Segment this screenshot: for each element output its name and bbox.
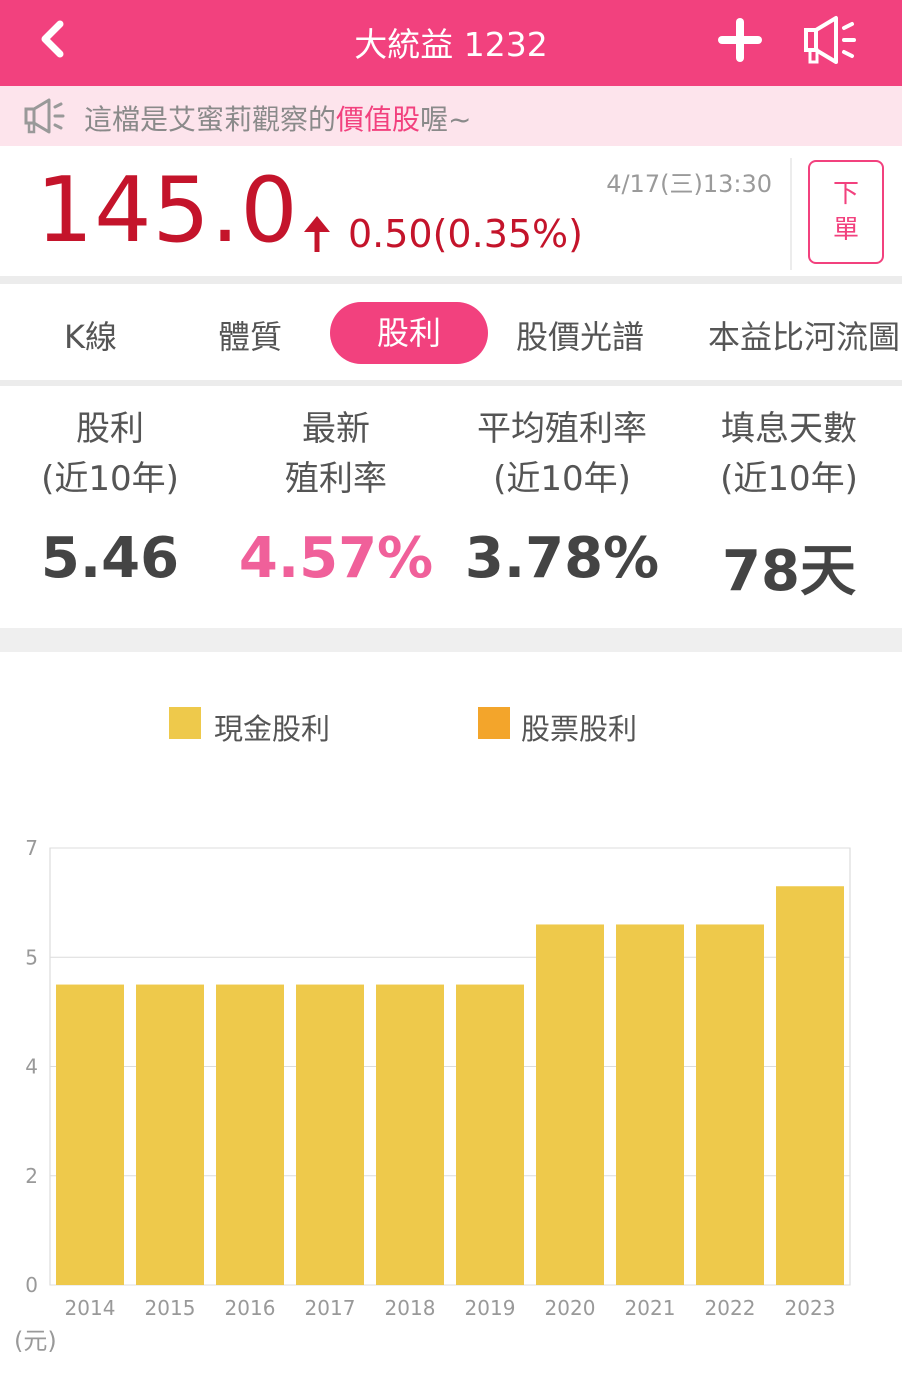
x-tick-label: 2017	[305, 1296, 356, 1320]
divider	[0, 276, 902, 284]
bar-cash-dividend	[616, 924, 684, 1285]
megaphone-icon[interactable]	[800, 12, 860, 68]
value-stock-link[interactable]: 價值股	[336, 103, 420, 136]
divider	[0, 380, 902, 386]
y-tick-label: 4	[25, 1055, 38, 1079]
notice-text: 這檔是艾蜜莉觀察的價值股喔~	[84, 103, 472, 136]
bar-cash-dividend	[216, 984, 284, 1285]
tab-price-spectrum[interactable]: 股價光譜	[516, 312, 644, 358]
quote-time: 4/17(三)13:30	[606, 170, 772, 198]
x-tick-label: 2018	[385, 1296, 436, 1320]
stat-value: 5.46	[40, 526, 180, 591]
x-tick-label: 2019	[465, 1296, 516, 1320]
order-label-1: 下	[832, 179, 859, 209]
stat-fill-days: 填息天數 (近10年) 78天	[676, 404, 902, 607]
price-change: 0.50(0.35%)	[348, 212, 583, 256]
tab-kline[interactable]: K線	[64, 312, 117, 358]
stat-value: 3.78%	[464, 526, 660, 591]
order-button[interactable]: 下 單	[808, 160, 884, 264]
x-tick-label: 2023	[785, 1296, 836, 1320]
page-title: 大統益 1232	[354, 25, 548, 64]
bar-cash-dividend	[56, 984, 124, 1285]
bar-cash-dividend	[776, 886, 844, 1285]
legend-label-stock: 股票股利	[521, 712, 638, 746]
stat-label: (近10年)	[41, 459, 179, 499]
legend-swatch-cash	[169, 707, 201, 739]
dividend-bar-chart: 0 2 4 5 7 2014 2015 2016 2017 2018 2019 2020 2021 202…	[14, 836, 851, 1355]
stat-dividend: 股利 (近10年) 5.46	[0, 404, 223, 591]
bar-cash-dividend	[136, 984, 204, 1285]
bar-cash-dividend	[536, 924, 604, 1285]
y-unit-label: (元)	[14, 1327, 57, 1355]
stat-label: 填息天數	[721, 409, 857, 449]
divider	[790, 158, 792, 270]
arrow-up-icon	[304, 216, 330, 252]
bar-cash-dividend	[696, 924, 764, 1285]
x-tick-label: 2015	[145, 1296, 196, 1320]
legend-swatch-stock	[478, 707, 510, 739]
x-tick-label: 2020	[545, 1296, 596, 1320]
tab-dividend[interactable]: 股利	[330, 302, 488, 364]
x-tick-label: 2016	[225, 1296, 276, 1320]
stat-label: 平均殖利率	[477, 409, 647, 449]
x-tick-label: 2021	[625, 1296, 676, 1320]
stat-value: 4.57%	[238, 526, 434, 591]
stat-average-yield: 平均殖利率 (近10年) 3.78%	[449, 404, 675, 591]
header-bar: 大統益 1232	[0, 0, 902, 86]
stat-latest-yield: 最新 殖利率 4.57%	[223, 404, 449, 591]
order-label-2: 單	[832, 215, 859, 245]
stat-label: (近10年)	[720, 459, 858, 499]
x-tick-label: 2014	[65, 1296, 116, 1320]
stat-label: 股利	[76, 409, 144, 449]
y-tick-label: 2	[25, 1164, 38, 1188]
bar-cash-dividend	[296, 984, 364, 1285]
bar-cash-dividend	[456, 984, 524, 1285]
y-tick-label: 7	[25, 836, 38, 860]
legend-label-cash: 現金股利	[214, 712, 331, 746]
x-tick-label: 2022	[705, 1296, 756, 1320]
stat-label: 最新	[302, 409, 370, 449]
stock-price: 145.0	[36, 158, 299, 263]
divider	[0, 628, 902, 652]
tab-fundamentals[interactable]: 體質	[218, 312, 282, 358]
tab-bar: K線 體質 股利 股價光譜 本益比河流圖	[0, 284, 902, 380]
y-tick-label: 5	[25, 945, 38, 969]
tab-pe-river[interactable]: 本益比河流圖	[708, 312, 900, 358]
megaphone-icon	[24, 98, 65, 134]
y-tick-label: 0	[25, 1273, 38, 1297]
bar-cash-dividend	[376, 984, 444, 1285]
notice-banner: 這檔是艾蜜莉觀察的價值股喔~	[0, 86, 902, 146]
stat-value: 78天	[722, 539, 856, 604]
stat-label: (近10年)	[493, 459, 631, 499]
plus-icon[interactable]	[714, 14, 766, 66]
stat-label: 殖利率	[285, 459, 387, 499]
